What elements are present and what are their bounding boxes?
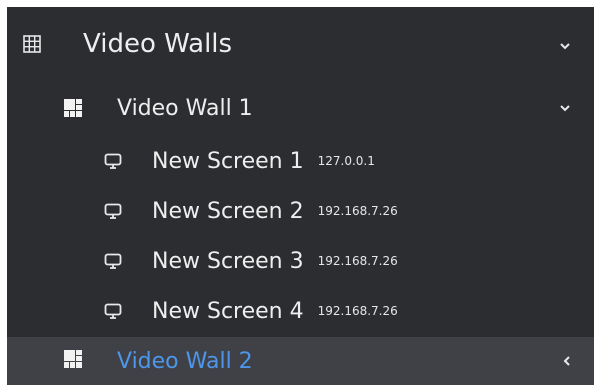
screen-ip: 127.0.0.1 [317, 153, 375, 168]
monitor-icon [104, 153, 122, 169]
screen-ip: 192.168.7.26 [317, 303, 398, 318]
tree-item-new-screen-2[interactable]: New Screen 2 192.168.7.26 [7, 187, 594, 235]
screen-item-text: New Screen 4 192.168.7.26 [152, 299, 398, 324]
screen-item-text: New Screen 2 192.168.7.26 [152, 199, 398, 224]
tree-item-new-screen-3[interactable]: New Screen 3 192.168.7.26 [7, 237, 594, 285]
screen-item-text: New Screen 1 127.0.0.1 [152, 149, 375, 174]
chevron-down-icon[interactable] [558, 103, 572, 113]
video-walls-grid-icon [23, 35, 41, 53]
video-walls-tree-panel: Video Walls Video Wall 1 New Screen 1 127… [7, 7, 594, 385]
tree-item-label: Video Walls [83, 29, 233, 59]
tree-item-video-wall-2[interactable]: Video Wall 2 [7, 337, 594, 385]
tree-item-new-screen-1[interactable]: New Screen 1 127.0.0.1 [7, 137, 594, 185]
screen-item-text: New Screen 3 192.168.7.26 [152, 249, 398, 274]
chevron-left-icon[interactable] [562, 354, 572, 368]
monitor-icon [104, 253, 122, 269]
video-wall-icon [64, 99, 82, 117]
screen-name: New Screen 4 [152, 298, 304, 324]
video-wall-icon [64, 350, 82, 368]
screen-name: New Screen 3 [152, 248, 304, 274]
screen-name: New Screen 1 [152, 148, 304, 174]
tree-item-label: Video Wall 2 [117, 348, 253, 374]
tree-item-label: Video Wall 1 [117, 95, 253, 121]
tree-item-new-screen-4[interactable]: New Screen 4 192.168.7.26 [7, 287, 594, 335]
monitor-icon [104, 303, 122, 319]
screen-name: New Screen 2 [152, 198, 304, 224]
tree-item-video-wall-1[interactable]: Video Wall 1 [7, 84, 594, 132]
screen-ip: 192.168.7.26 [317, 203, 398, 218]
screen-ip: 192.168.7.26 [317, 253, 398, 268]
tree-item-video-walls[interactable]: Video Walls [7, 7, 594, 81]
monitor-icon [104, 203, 122, 219]
chevron-down-icon[interactable] [558, 41, 572, 51]
